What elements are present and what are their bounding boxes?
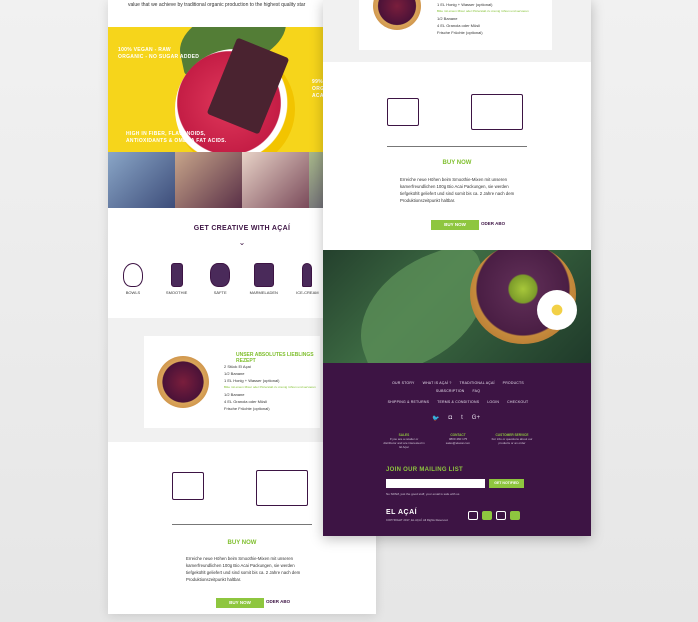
footer-link[interactable]: TRADITIONAL AÇAÍ (460, 381, 495, 385)
recipe-note: Bitte mit einem Mixer oder Pürierstab zu… (224, 385, 316, 389)
recipe-note: Bitte mit einem Mixer oder Pürierstab zu… (437, 9, 529, 13)
frangipani-flower-image (537, 290, 577, 330)
thumb-photo[interactable] (108, 152, 175, 208)
buy-now-button[interactable]: BUY NOW (431, 220, 479, 230)
jam-jar-icon (253, 263, 274, 287)
jam-jar-icon-item[interactable]: MARMELADEN (247, 263, 281, 295)
footer-link[interactable]: SHIPPING & RETURNS (388, 400, 430, 404)
recipe-bowl-image (373, 0, 421, 30)
divider-line (172, 524, 312, 525)
usage-label: SÄFTE (213, 290, 227, 295)
vegan-badge-icon (496, 511, 506, 520)
usage-label: SMOOTHIE (165, 290, 188, 295)
recipe-line: 4 EL Granola oder Müsli (437, 23, 480, 28)
smoothie-icon-item[interactable]: SMOOTHIE (160, 263, 194, 295)
buy-now-description: Erreiche neue Höhen beim Smoothie-Mixen … (400, 177, 515, 203)
recipe-line: Frische Früchte (optional) (224, 406, 270, 411)
product-box-illustration (387, 98, 419, 126)
footer-nav-primary: OUR STORY WHAT IS AÇAÍ ? TRADITIONAL AÇA… (383, 381, 533, 393)
notify-button[interactable]: GET NOTIFIED (489, 479, 524, 488)
buy-now-button[interactable]: BUY NOW (216, 598, 264, 608)
email-field[interactable] (386, 479, 485, 488)
bowl-icon-item[interactable]: BOWLS (116, 263, 150, 295)
usage-label: ICE-CREAM (296, 290, 319, 295)
footer-info-columns: SALES If you are a retailer or distributo… (383, 433, 533, 449)
footer-link[interactable]: CHECKOUT (507, 400, 528, 404)
thumb-photo[interactable] (242, 152, 309, 208)
popsicle-icon (302, 263, 313, 287)
thumb-photo[interactable] (175, 152, 242, 208)
recipe-line: 4 EL Granola oder Müsli (224, 399, 267, 404)
site-footer: OUR STORY WHAT IS AÇAÍ ? TRADITIONAL AÇA… (323, 363, 591, 536)
recipe-list: 2 Stück El Açaí 1/2 Banane 1 EL Honig + … (224, 363, 316, 412)
hero-text-fiber: HIGH IN FIBER, FLAVONOIDS, ANTIOXIDANTS … (126, 131, 227, 144)
twitter-icon[interactable]: 🐦 (432, 415, 439, 422)
tumblr-icon[interactable]: t (461, 415, 463, 422)
footer-link[interactable]: OUR STORY (392, 381, 414, 385)
recipe-line: 1 EL Honig + Wasser (optional) (437, 2, 493, 7)
buy-now-title: BUY NOW (227, 540, 257, 546)
usage-label: MARMELADEN (249, 290, 278, 295)
social-links: 🐦 ◘ t G+ (432, 415, 480, 422)
recipe-line: 1 EL Honig + Wasser (optional) (224, 378, 280, 383)
juice-icon-item[interactable]: SÄFTE (203, 263, 237, 295)
eu-organic-badge-icon (482, 511, 492, 520)
popsicle-icon-item[interactable]: ICE-CREAM (290, 263, 324, 295)
footer-link[interactable]: WHAT IS AÇAÍ ? (423, 381, 452, 385)
buy-now-section: BUY NOW Erreiche neue Höhen beim Smoothi… (323, 62, 591, 250)
buy-now-description: Erreiche neue Höhen beim Smoothie-Mixen … (186, 556, 301, 582)
copyright-text: COPYRIGHT 2017, EL AÇAÍ. All Rights Rese… (386, 518, 449, 522)
subscription-link[interactable]: ODER ABO (266, 599, 290, 604)
divider-line (387, 146, 527, 147)
right-page-mockup: 1 EL Honig + Wasser (optional) Bitte mit… (323, 0, 591, 536)
certification-badges (468, 511, 520, 520)
recipe-card: UNSER ABSOLUTES LIEBLINGS REZEPT 2 Stück… (144, 336, 320, 428)
brand-logo[interactable]: EL AÇAÍ (386, 509, 417, 516)
mailing-note: No SPAM, just the good stuff, your email… (386, 492, 460, 496)
recipe-card: 1 EL Honig + Wasser (optional) Bitte mit… (359, 0, 552, 50)
google-plus-icon[interactable]: G+ (472, 415, 480, 422)
juice-icon (210, 263, 231, 287)
recipe-section: 1 EL Honig + Wasser (optional) Bitte mit… (323, 0, 591, 62)
organic-badge-icon (468, 511, 478, 520)
recipe-line: 1/2 Banane (437, 16, 458, 21)
shipping-boxes-illustration (256, 470, 308, 506)
recipe-line: 1/2 Banane (224, 371, 245, 376)
recipe-line: 1/2 Banane (224, 392, 245, 397)
footer-col-sales: SALES If you are a retailer or distributo… (383, 433, 425, 449)
shipping-boxes-illustration (471, 94, 523, 130)
hero-text-vegan: 100% VEGAN - RAW ORGANIC - NO SUGAR ADDE… (118, 47, 200, 60)
footer-link[interactable]: FAQ (473, 389, 481, 393)
footer-nav-secondary: SHIPPING & RETURNS TERMS & CONDITIONS LO… (383, 400, 533, 404)
product-box-illustration (172, 472, 204, 500)
acai-bowl-photo (323, 250, 591, 363)
recipe-line: Frische Früchte (optional) (437, 30, 483, 35)
usage-label: BOWLS (125, 290, 141, 295)
chevron-down-icon[interactable]: ⌄ (236, 238, 248, 247)
bowl-icon (123, 263, 143, 287)
smoothie-icon (170, 263, 183, 287)
mockup-stage: value that we achieve by traditional org… (0, 0, 698, 622)
buy-now-title: BUY NOW (442, 160, 472, 166)
footer-link[interactable]: TERMS & CONDITIONS (437, 400, 479, 404)
recipe-bowl-image (157, 356, 209, 408)
footer-link[interactable]: PRODUCTS (503, 381, 524, 385)
recipe-list: 1 EL Honig + Wasser (optional) Bitte mit… (437, 1, 529, 36)
footer-link[interactable]: LOGIN (487, 400, 499, 404)
recipe-line: 2 Stück El Açaí (224, 364, 251, 369)
mailing-list-title: JOIN OUR MAILING LIST (386, 467, 463, 473)
instagram-icon[interactable]: ◘ (448, 415, 452, 422)
raw-badge-icon (510, 511, 520, 520)
footer-link[interactable]: SUBSCRIPTION (436, 389, 465, 393)
footer-col-service: CUSTOMER SERVICE For info or questions ab… (491, 433, 533, 445)
footer-col-contact: CONTACT 0800 460 175 sales@elacai.com (445, 433, 471, 445)
subscription-link[interactable]: ODER ABO (481, 221, 505, 226)
